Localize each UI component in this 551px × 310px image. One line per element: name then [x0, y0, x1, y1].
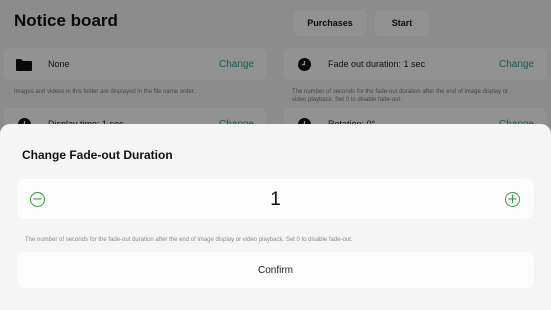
duration-stepper: − 1 + [17, 179, 534, 219]
dialog-description: The number of seconds for the fade-out d… [25, 237, 353, 243]
confirm-button[interactable]: Confirm [17, 252, 534, 288]
fade-out-bottom-sheet: Change Fade-out Duration − 1 + The numbe… [0, 124, 551, 310]
duration-value: 1 [270, 189, 281, 210]
plus-circle-icon[interactable]: + [505, 192, 520, 207]
dialog-title: Change Fade-out Duration [22, 148, 173, 162]
